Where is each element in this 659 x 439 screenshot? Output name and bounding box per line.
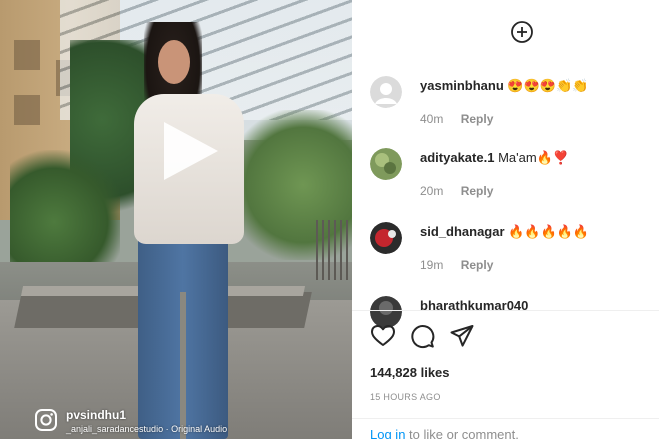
emoji: 🔥 (536, 150, 553, 165)
comment-line: sid_dhanagar 🔥🔥🔥🔥🔥 (420, 224, 589, 239)
reply-button[interactable]: Reply (461, 112, 494, 126)
emoji: 👏 (555, 78, 573, 93)
emoji: 🔥 (508, 224, 525, 239)
video-audio-label[interactable]: _anjali_saradancestudio · Original Audio (66, 424, 227, 434)
play-icon-svg (164, 122, 218, 180)
comment-meta: 40m Reply (420, 112, 493, 126)
emoji: 😍 (539, 78, 556, 93)
add-circle-icon[interactable] (510, 20, 534, 44)
video-background-plants (10, 150, 120, 270)
person-face (158, 40, 190, 84)
emoji: ❣️ (552, 150, 570, 165)
default-avatar[interactable] (370, 76, 402, 108)
photo-avatar-red[interactable] (370, 222, 402, 254)
comment-item: sid_dhanagar 🔥🔥🔥🔥🔥 19m Reply (352, 222, 659, 292)
video-background-railing (316, 220, 352, 280)
instagram-icon[interactable] (34, 408, 58, 432)
comment-username[interactable]: yasminbhanu (420, 78, 504, 93)
heart-icon[interactable] (370, 323, 396, 349)
comment-time: 19m (420, 258, 444, 272)
comment-meta: 19m Reply (420, 258, 493, 272)
post-action-bar: 144,828 likes 15 HOURS AGO (352, 310, 659, 430)
login-rest-text: to like or comment. (405, 427, 519, 439)
comment-item: yasminbhanu 😍😍😍👏👏 40m Reply (352, 76, 659, 146)
comment-time: 40m (420, 112, 444, 126)
emoji: 😍 (507, 78, 524, 93)
comment-item: bharathkumar040 (352, 296, 659, 328)
emoji: 👏 (572, 78, 589, 93)
comment-line: adityakate.1 Ma'am🔥❣️ (420, 150, 569, 165)
login-link[interactable]: Log in (370, 427, 405, 439)
login-text: Log in to like or comment. (370, 427, 519, 439)
reply-button[interactable]: Reply (461, 258, 494, 272)
emoji: 🔥 (556, 224, 573, 239)
comment-meta: 20m Reply (420, 184, 493, 198)
login-prompt: Log in to like or comment. (352, 418, 659, 439)
comment-username[interactable]: sid_dhanagar (420, 224, 505, 239)
video-background-window (14, 40, 40, 70)
emoji: 🔥 (540, 224, 557, 239)
comment-line: yasminbhanu 😍😍😍👏👏 (420, 78, 588, 93)
play-icon[interactable] (160, 118, 222, 184)
comment-username[interactable]: adityakate.1 (420, 150, 494, 165)
post-timestamp[interactable]: 15 HOURS AGO (370, 392, 441, 402)
reply-button[interactable]: Reply (461, 184, 494, 198)
emoji: 😍 (523, 78, 540, 93)
comment-item: adityakate.1 Ma'am🔥❣️ 20m Reply (352, 148, 659, 218)
video-background-window (14, 95, 40, 125)
video-player[interactable]: pvsindhu1 _anjali_saradancestudio · Orig… (0, 0, 352, 439)
video-person (128, 22, 248, 439)
comments-panel: yasminbhanu 😍😍😍👏👏 40m Reply adityakate.1… (352, 0, 659, 439)
photo-avatar-green[interactable] (370, 148, 402, 180)
share-icon[interactable] (449, 323, 475, 349)
emoji: 🔥 (524, 224, 541, 239)
likes-count[interactable]: 144,828 likes (370, 365, 450, 380)
comment-time: 20m (420, 184, 444, 198)
comment-text: Ma'am (498, 150, 537, 165)
comment-icon[interactable] (409, 323, 435, 349)
video-username[interactable]: pvsindhu1 (66, 408, 126, 422)
video-overlay-info: pvsindhu1 _anjali_saradancestudio · Orig… (34, 408, 344, 438)
emoji: 🔥 (572, 224, 590, 239)
